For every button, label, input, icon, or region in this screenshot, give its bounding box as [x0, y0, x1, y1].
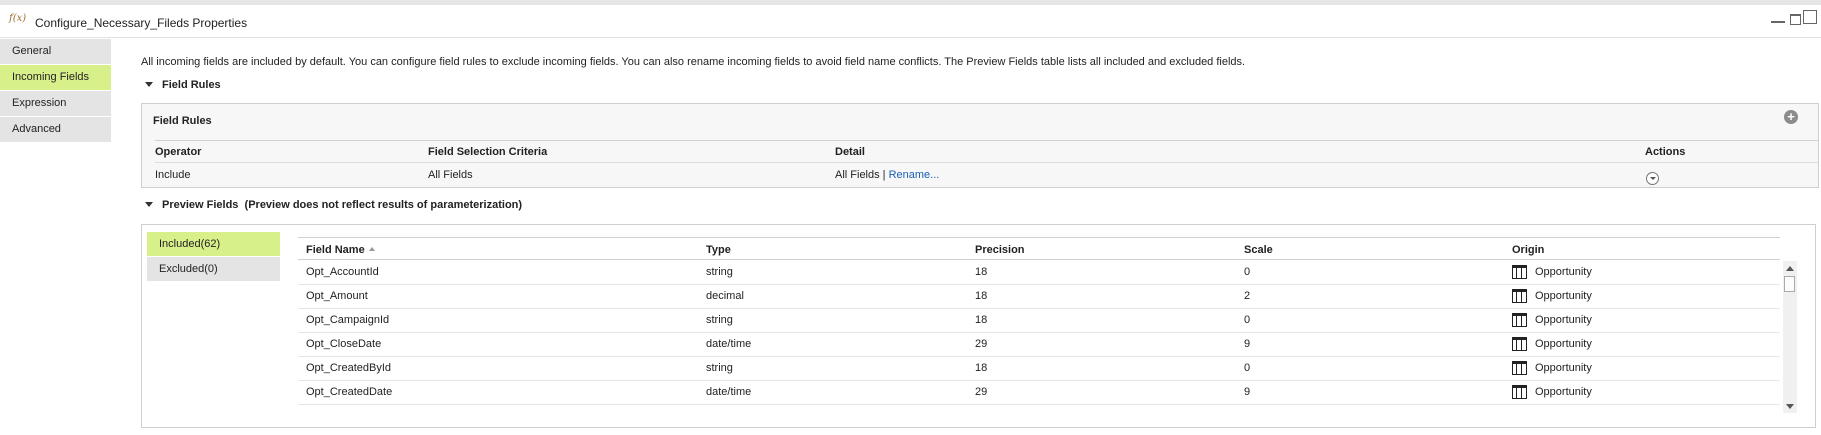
precision-cell: 29: [975, 338, 988, 350]
field-rules-section-toggle[interactable]: Field Rules: [145, 79, 221, 91]
scrollbar-thumb[interactable]: [1784, 276, 1795, 292]
rule-detail-text: All Fields |: [835, 169, 889, 181]
nav-item-general[interactable]: General: [0, 39, 111, 65]
field-name-cell: Opt_CloseDate: [306, 338, 382, 350]
scale-cell: 2: [1244, 290, 1251, 302]
field-rules-panel: Field Rules + Operator Field Selection C…: [141, 103, 1819, 188]
column-header-precision[interactable]: Precision: [975, 244, 1025, 256]
column-header-field-selection-criteria: Field Selection Criteria: [428, 146, 548, 158]
collapse-caret-icon: [145, 201, 153, 207]
sort-ascending-icon: [368, 247, 375, 252]
chevron-down-circle-icon[interactable]: [1646, 172, 1659, 185]
type-cell: string: [706, 314, 733, 326]
scale-cell: 0: [1244, 314, 1251, 326]
maximize-icon[interactable]: [1803, 10, 1817, 24]
scale-cell: 9: [1244, 386, 1251, 398]
tab-included[interactable]: Included(62): [147, 232, 280, 256]
nav-item-expression[interactable]: Expression: [0, 91, 111, 117]
preview-fields-section-title: Preview Fields (Preview does not reflect…: [162, 199, 523, 211]
type-cell: string: [706, 362, 733, 374]
field-rules-section-title: Field Rules: [162, 79, 221, 91]
column-header-operator: Operator: [155, 146, 202, 158]
precision-cell: 18: [975, 362, 988, 374]
rule-operator: Include: [155, 169, 191, 181]
table-icon: [1512, 265, 1527, 279]
tab-excluded[interactable]: Excluded(0): [147, 257, 280, 281]
column-header-field-name-label: Field Name: [306, 244, 365, 256]
divider: [298, 259, 1780, 260]
rule-detail: All Fields | Rename...: [835, 169, 939, 181]
origin-cell: Opportunity: [1535, 266, 1592, 278]
divider: [298, 404, 1780, 405]
type-cell: date/time: [706, 386, 752, 398]
field-name-cell: Opt_CreatedById: [306, 362, 391, 374]
field-name-cell: Opt_AccountId: [306, 266, 379, 278]
divider: [155, 140, 1818, 141]
table-icon: [1512, 361, 1527, 375]
minimize-icon[interactable]: [1771, 21, 1785, 23]
preview-fields-section-toggle[interactable]: Preview Fields (Preview does not reflect…: [145, 199, 522, 211]
column-header-actions: Actions: [1645, 146, 1686, 158]
table-row[interactable]: Opt_CloseDate date/time 29 9 Opportunity: [298, 333, 1780, 357]
vertical-scrollbar[interactable]: [1783, 261, 1797, 413]
column-header-field-name[interactable]: Field Name: [306, 244, 375, 256]
scale-cell: 0: [1244, 362, 1251, 374]
nav-item-incoming-fields[interactable]: Incoming Fields: [0, 65, 111, 91]
precision-cell: 18: [975, 266, 988, 278]
precision-cell: 18: [975, 290, 988, 302]
rename-link[interactable]: Rename...: [889, 169, 940, 181]
table-icon: [1512, 337, 1527, 351]
window-title: Configure_Necessary_Fileds Properties: [35, 16, 248, 30]
origin-cell: Opportunity: [1535, 362, 1592, 374]
plus-circle-icon[interactable]: +: [1784, 110, 1798, 124]
origin-cell: Opportunity: [1535, 314, 1592, 326]
column-header-type[interactable]: Type: [706, 244, 731, 256]
column-header-origin[interactable]: Origin: [1512, 244, 1544, 256]
fx-icon: f(x): [9, 13, 27, 24]
table-icon: [1512, 289, 1527, 303]
origin-cell: Opportunity: [1535, 290, 1592, 302]
rule-criteria: All Fields: [428, 169, 473, 181]
title-bar: f(x) Configure_Necessary_Fileds Properti…: [0, 5, 1821, 38]
nav-item-advanced[interactable]: Advanced: [0, 117, 111, 143]
field-name-cell: Opt_Amount: [306, 290, 368, 302]
scroll-down-icon[interactable]: [1786, 404, 1794, 409]
preview-fields-panel: Included(62) Excluded(0) Field Name Type…: [141, 224, 1816, 428]
scroll-up-icon[interactable]: [1786, 266, 1794, 271]
table-row[interactable]: Opt_CreatedById string 18 0 Opportunity: [298, 357, 1780, 381]
table-row[interactable]: Opt_CreatedDate date/time 29 9 Opportuni…: [298, 381, 1780, 405]
incoming-fields-description: All incoming fields are included by defa…: [141, 56, 1246, 68]
type-cell: date/time: [706, 338, 752, 350]
table-row[interactable]: Opt_Amount decimal 18 2 Opportunity: [298, 285, 1780, 309]
column-header-scale[interactable]: Scale: [1244, 244, 1273, 256]
precision-cell: 29: [975, 386, 988, 398]
restore-icon[interactable]: [1790, 14, 1801, 25]
table-row[interactable]: Opt_CampaignId string 18 0 Opportunity: [298, 309, 1780, 333]
scale-cell: 0: [1244, 266, 1251, 278]
table-icon: [1512, 313, 1527, 327]
properties-nav: General Incoming Fields Expression Advan…: [0, 39, 111, 143]
field-name-cell: Opt_CreatedDate: [306, 386, 393, 398]
type-cell: string: [706, 266, 733, 278]
origin-cell: Opportunity: [1535, 338, 1592, 350]
table-row[interactable]: Opt_AccountId string 18 0 Opportunity: [298, 261, 1780, 285]
field-rules-panel-title: Field Rules: [153, 115, 212, 127]
divider: [298, 237, 1780, 238]
precision-cell: 18: [975, 314, 988, 326]
field-name-cell: Opt_CampaignId: [306, 314, 390, 326]
type-cell: decimal: [706, 290, 744, 302]
collapse-caret-icon: [145, 81, 153, 87]
table-icon: [1512, 385, 1527, 399]
origin-cell: Opportunity: [1535, 386, 1592, 398]
column-header-detail: Detail: [835, 146, 865, 158]
divider: [155, 162, 1818, 163]
scale-cell: 9: [1244, 338, 1251, 350]
